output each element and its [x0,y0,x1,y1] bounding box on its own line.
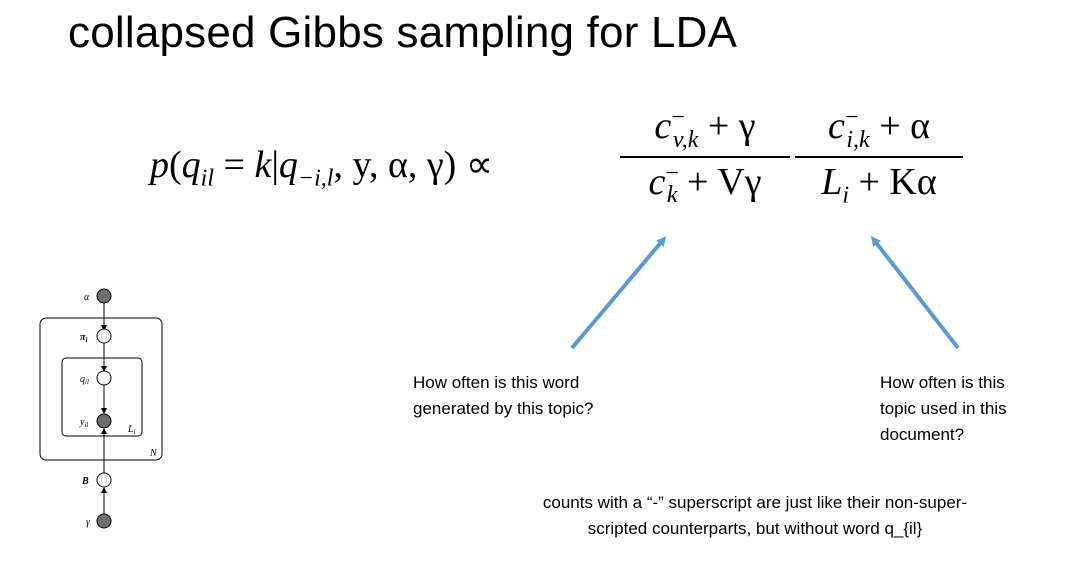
y-node [96,413,112,429]
pi-label: πi [80,332,87,344]
alpha-label: α [84,292,90,303]
b-node [96,472,112,488]
plate-n-label: N [149,448,158,459]
gamma-node [96,513,112,529]
q-node [96,370,112,386]
pi-node [96,328,112,344]
gamma-label: γ [86,517,91,528]
y-label: yil [79,417,88,429]
b-label: B [81,476,89,487]
alpha-node [96,288,112,304]
plate-l-label: Li [127,424,136,436]
q-label: qil [80,374,89,386]
lda-graphical-model: α πi qil yil Li N B γ [39,288,163,529]
